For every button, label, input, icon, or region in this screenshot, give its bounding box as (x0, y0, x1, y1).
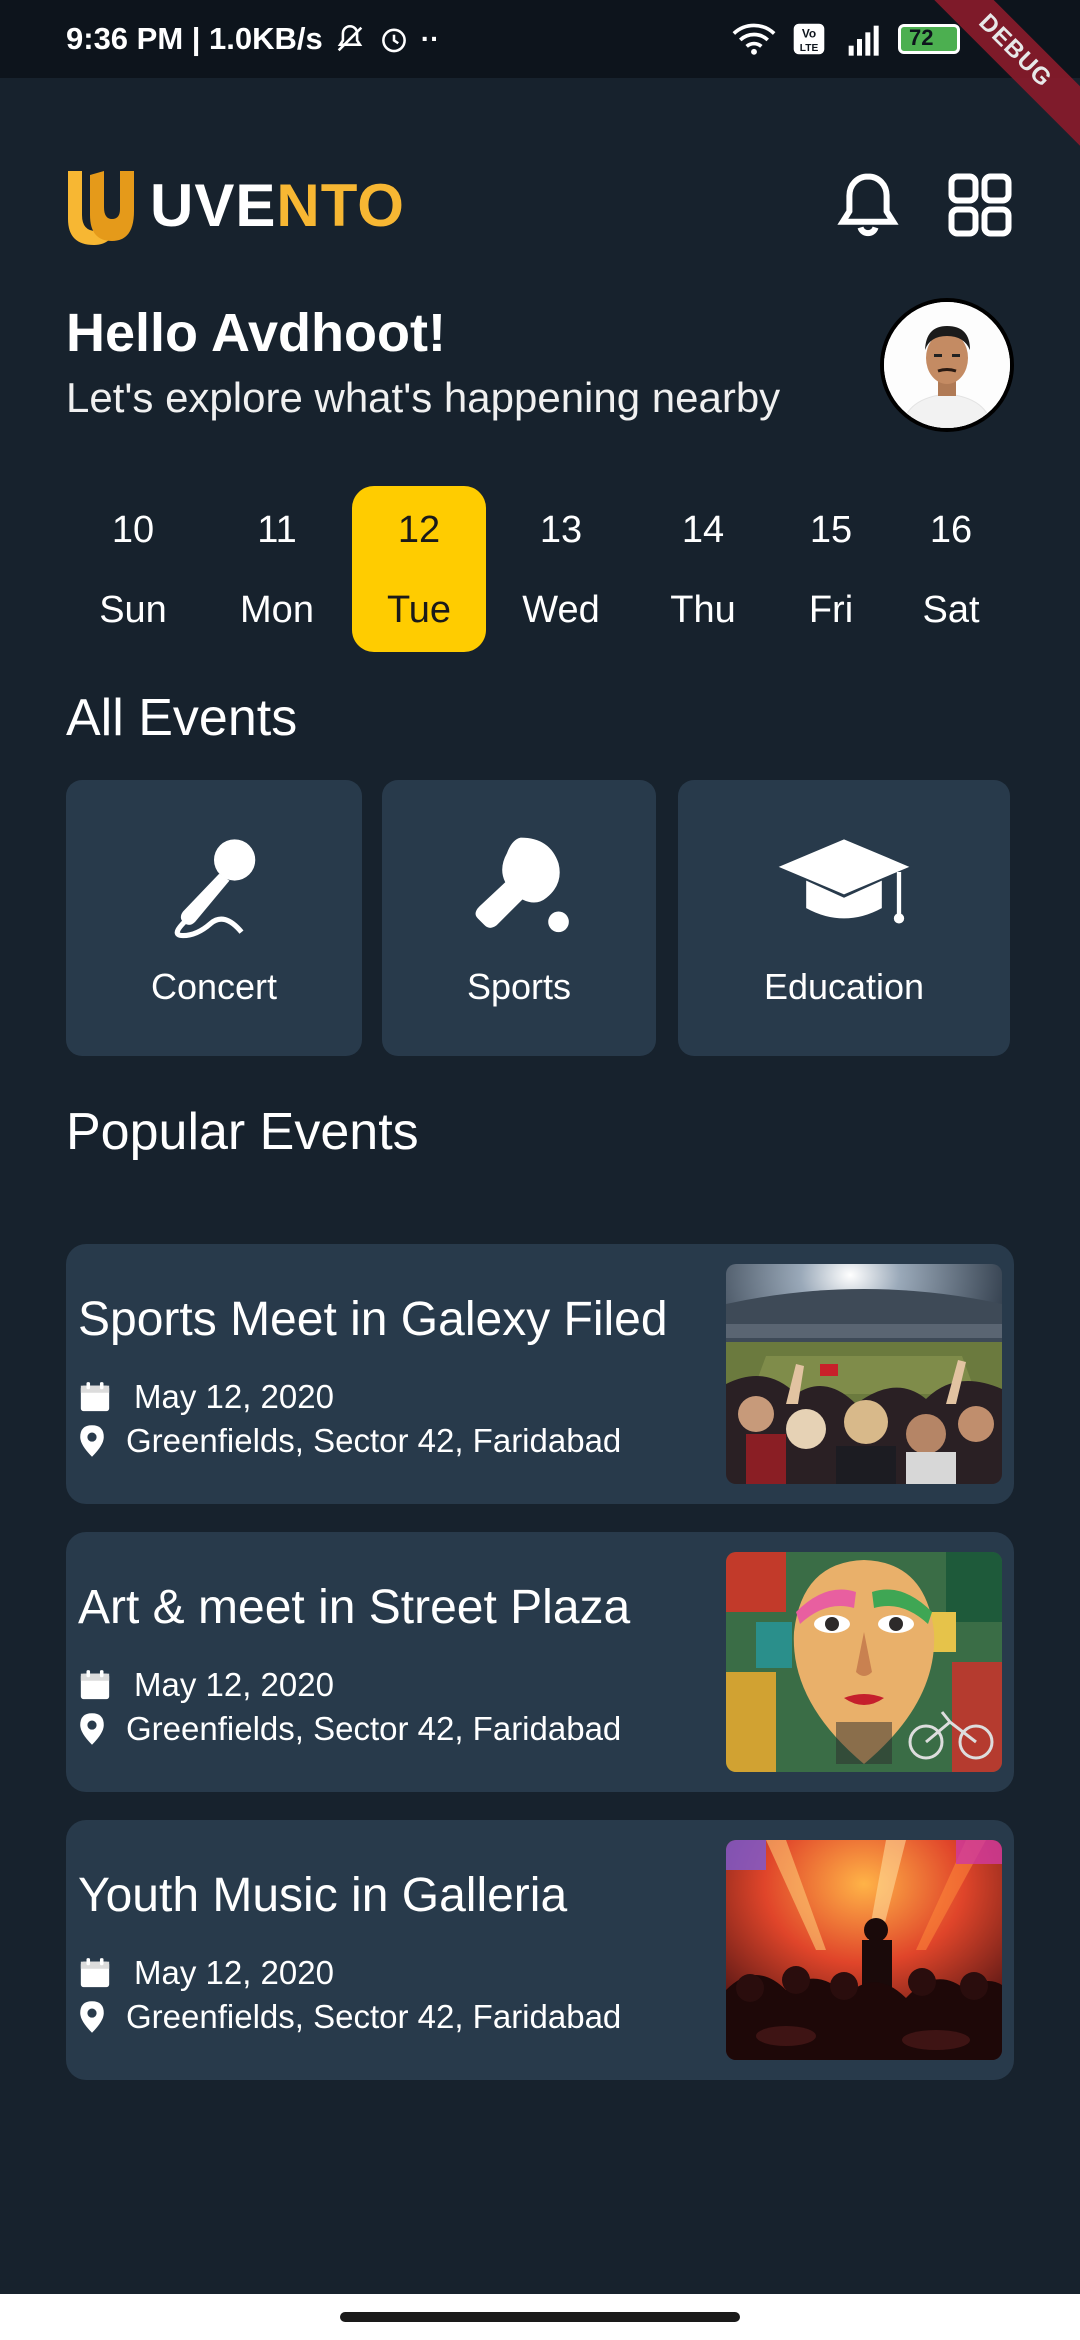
location-pin-icon (80, 2001, 104, 2033)
date-day: Thu (670, 589, 736, 631)
calendar-icon (80, 1670, 110, 1700)
date-number: 12 (397, 509, 441, 551)
event-title: Sports Meet in Galexy Filed (78, 1293, 668, 1346)
microphone-icon (159, 826, 269, 942)
logo-mark-icon (68, 171, 134, 245)
date-number: 15 (809, 509, 853, 551)
popular-events-title: Popular Events (66, 1103, 419, 1161)
event-date: May 12, 2020 (78, 1954, 334, 1992)
category-label: Sports (466, 966, 572, 1007)
signal-icon (848, 25, 879, 56)
event-date-text: May 12, 2020 (134, 1666, 334, 1703)
event-date: May 12, 2020 (78, 1666, 334, 1704)
category-sports[interactable]: Sports (382, 780, 656, 1056)
logo-text: UVENTO (150, 171, 405, 240)
status-bar: 9:36 PM | 1.0KB/s ·· Vo LTE 72 DEBUG (0, 0, 1080, 148)
greeting: Hello Avdhoot! Let's explore what's happ… (66, 300, 780, 426)
app-logo: UVENTO (64, 165, 405, 245)
date-item-14[interactable]: 14 Thu (636, 486, 770, 652)
event-location-text: Greenfields, Sector 42, Faridabad (126, 1998, 622, 2035)
calendar-icon (80, 1958, 110, 1988)
notification-bell-icon[interactable] (832, 169, 904, 241)
date-item-15[interactable]: 15 Fri (764, 486, 898, 652)
event-location-text: Greenfields, Sector 42, Faridabad (126, 1422, 622, 1459)
category-label: Education (763, 966, 925, 1007)
date-day: Mon (240, 589, 314, 631)
battery-level: 72 (909, 25, 934, 50)
date-number: 13 (539, 509, 583, 551)
event-card-youth-music[interactable]: Youth Music in Galleria May 12, 2020 Gre… (66, 1820, 1014, 2080)
app-header: UVENTO (64, 160, 1016, 250)
category-concert[interactable]: Concert (66, 780, 362, 1056)
date-item-16[interactable]: 16 Sat (884, 486, 1018, 652)
event-card-sports-meet[interactable]: Sports Meet in Galexy Filed May 12, 2020… (66, 1244, 1014, 1504)
event-location-text: Greenfields, Sector 42, Faridabad (126, 1710, 622, 1747)
category-label: Concert (150, 966, 278, 1007)
date-number: 10 (111, 509, 155, 551)
alarm-icon (381, 28, 406, 53)
category-education[interactable]: Education (678, 780, 1010, 1056)
system-nav-bar (0, 2294, 1080, 2340)
calendar-icon (80, 1382, 110, 1412)
event-date-text: May 12, 2020 (134, 1954, 334, 1991)
header-actions (832, 169, 1016, 241)
date-day: Sat (922, 589, 980, 631)
event-date-text: May 12, 2020 (134, 1378, 334, 1415)
greeting-subtitle: Let's explore what's happening nearby (66, 374, 781, 421)
svg-text:LTE: LTE (800, 43, 819, 54)
date-item-13[interactable]: 13 Wed (494, 486, 628, 652)
date-item-11[interactable]: 11 Mon (210, 486, 344, 652)
logo-text-white: UVE (150, 171, 277, 239)
date-item-10[interactable]: 10 Sun (66, 486, 200, 652)
date-item-12-selected[interactable]: 12 Tue (352, 486, 486, 652)
date-day: Fri (808, 589, 854, 631)
event-title: Youth Music in Galleria (78, 1869, 568, 1922)
home-gesture-handle[interactable] (340, 2312, 740, 2322)
event-title: Art & meet in Street Plaza (78, 1581, 631, 1634)
location-pin-icon (80, 1713, 104, 1745)
event-image-concert (726, 1840, 1002, 2060)
event-image-stadium (726, 1264, 1002, 1484)
wifi-icon (732, 23, 776, 55)
event-card-art-meet[interactable]: Art & meet in Street Plaza May 12, 2020 … (66, 1532, 1014, 1792)
avatar[interactable] (880, 298, 1014, 432)
battery-icon: 72 (898, 24, 960, 54)
more-dots-icon: ·· (420, 23, 440, 54)
app-screen: 9:36 PM | 1.0KB/s ·· Vo LTE 72 DEBUG UVE… (0, 0, 1080, 2340)
ping-pong-icon (464, 826, 574, 942)
location-pin-icon (80, 1425, 104, 1457)
date-number: 16 (929, 509, 973, 551)
all-events-title: All Events (66, 689, 298, 747)
grid-menu-icon[interactable] (944, 169, 1016, 241)
date-day: Wed (522, 589, 600, 631)
volte-icon: Vo LTE (793, 23, 825, 55)
graduation-cap-icon (774, 826, 914, 942)
date-selector: 10 Sun 11 Mon 12 Tue 13 Wed 14 Thu 15 Fr… (66, 486, 1016, 652)
event-location: Greenfields, Sector 42, Faridabad (78, 1710, 621, 1748)
status-time: 9:36 PM | 1.0KB/s (66, 21, 323, 56)
event-image-street-art (726, 1552, 1002, 1772)
event-location: Greenfields, Sector 42, Faridabad (78, 1422, 621, 1460)
avatar-portrait (884, 302, 1010, 428)
greeting-title: Hello Avdhoot! (66, 303, 446, 363)
date-day: Tue (386, 589, 452, 631)
date-number: 11 (257, 509, 297, 551)
logo-text-yellow: NTO (276, 171, 405, 239)
status-left: 9:36 PM | 1.0KB/s ·· (66, 21, 439, 57)
event-location: Greenfields, Sector 42, Faridabad (78, 1998, 621, 2036)
date-number: 14 (681, 509, 725, 551)
svg-text:Vo: Vo (802, 26, 816, 40)
date-day: Sun (99, 589, 167, 631)
mute-bell-icon (337, 24, 363, 52)
event-date: May 12, 2020 (78, 1378, 334, 1416)
